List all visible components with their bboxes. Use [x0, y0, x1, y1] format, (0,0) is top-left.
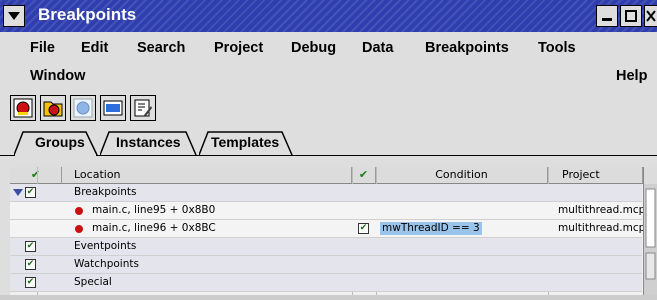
table-row[interactable]: ✔ Special	[10, 274, 642, 292]
menu-file[interactable]: File	[30, 40, 55, 56]
table-row[interactable]: ✔ Watchpoints	[10, 256, 642, 274]
breakpoints-window: Breakpoints File Edit Search Project Deb…	[0, 0, 657, 295]
header-enabled[interactable]: ✔	[10, 167, 62, 184]
table-row[interactable]: ✔ Eventpoints	[10, 238, 642, 256]
breakpoint-dot-icon	[75, 225, 83, 233]
tab-templates-label: Templates	[211, 134, 280, 150]
open-window-button[interactable]	[100, 95, 126, 121]
group-enabled-checkbox[interactable]: ✔	[25, 277, 36, 288]
window-title: Breakpoints	[38, 5, 137, 24]
edit-button[interactable]	[130, 95, 156, 121]
close-icon	[646, 10, 656, 22]
tab-groups[interactable]: Groups	[14, 131, 98, 156]
new-group-button[interactable]	[40, 95, 66, 121]
scroll-arrows-icon	[644, 167, 657, 280]
window-icon	[103, 100, 123, 116]
row-project: multithread.mcp	[558, 222, 646, 234]
group-enabled-checkbox[interactable]: ✔	[25, 187, 36, 198]
group-enabled-checkbox[interactable]: ✔	[25, 241, 36, 252]
close-button[interactable]	[644, 5, 657, 27]
condition-text[interactable]: mwThreadID == 3	[380, 222, 482, 235]
vertical-scrollbar[interactable]	[643, 167, 657, 295]
menu-project[interactable]: Project	[214, 40, 263, 56]
set-breakpoint-button[interactable]	[10, 95, 36, 121]
table-row[interactable]: main.c, line96 + 0x8BC ✔ mwThreadID == 3…	[10, 220, 646, 238]
row-condition-cell[interactable]: mwThreadID == 3	[376, 220, 548, 238]
row-project: multithread.mcp	[558, 204, 646, 216]
menu-help[interactable]: Help	[616, 68, 647, 84]
table-row[interactable]: ✔ Breakpoints	[10, 184, 642, 202]
minimize-icon	[602, 18, 612, 21]
disabled-breakpoint-icon	[73, 98, 93, 118]
tabs-baseline	[0, 155, 657, 156]
tab-groups-label: Groups	[35, 134, 85, 150]
breakpoints-table: ✔ Location ✔ Condition Project ✔ Breakpo…	[10, 167, 657, 295]
row-location: Watchpoints	[74, 258, 139, 270]
group-enabled-checkbox[interactable]: ✔	[25, 259, 36, 270]
collapse-button[interactable]	[3, 5, 25, 27]
row-location: main.c, line95 + 0x8B0	[92, 204, 216, 216]
header-condition[interactable]: Condition	[376, 167, 548, 184]
row-location: main.c, line96 + 0x8BC	[92, 222, 216, 234]
tab-instances-label: Instances	[116, 134, 181, 150]
disclosure-triangle-icon[interactable]	[13, 189, 23, 197]
menu-edit[interactable]: Edit	[81, 40, 108, 56]
maximize-button[interactable]	[620, 5, 642, 27]
breakpoint-dot-icon	[75, 207, 83, 215]
edit-icon	[134, 99, 152, 117]
menu-bar: File Edit Search Project Debug Data Brea…	[0, 32, 657, 90]
menu-tools[interactable]: Tools	[538, 40, 576, 56]
chevron-down-icon	[8, 12, 20, 20]
disable-breakpoint-button[interactable]	[70, 95, 96, 121]
tab-templates[interactable]: Templates	[199, 131, 293, 156]
table-row[interactable]: main.c, line95 + 0x8B0 multithread.mcp	[10, 202, 646, 220]
header-project[interactable]: Project	[548, 167, 643, 184]
menu-breakpoints[interactable]: Breakpoints	[425, 40, 509, 56]
breakpoint-folder-icon	[43, 101, 63, 117]
minimize-button[interactable]	[596, 5, 618, 27]
row-location: Breakpoints	[74, 186, 137, 198]
header-location[interactable]: Location	[62, 167, 352, 184]
tab-instances[interactable]: Instances	[100, 131, 197, 156]
menu-debug[interactable]: Debug	[291, 40, 336, 56]
row-location: Special	[74, 276, 112, 288]
condition-enabled-checkbox[interactable]: ✔	[358, 223, 369, 234]
menu-search[interactable]: Search	[137, 40, 185, 56]
breakpoint-icon	[13, 98, 33, 118]
row-location: Eventpoints	[74, 240, 137, 252]
maximize-icon	[625, 10, 637, 22]
header-condition-enabled[interactable]: ✔	[352, 167, 376, 184]
menu-data[interactable]: Data	[362, 40, 393, 56]
menu-window[interactable]: Window	[30, 68, 85, 84]
title-bar[interactable]: Breakpoints	[0, 0, 657, 32]
